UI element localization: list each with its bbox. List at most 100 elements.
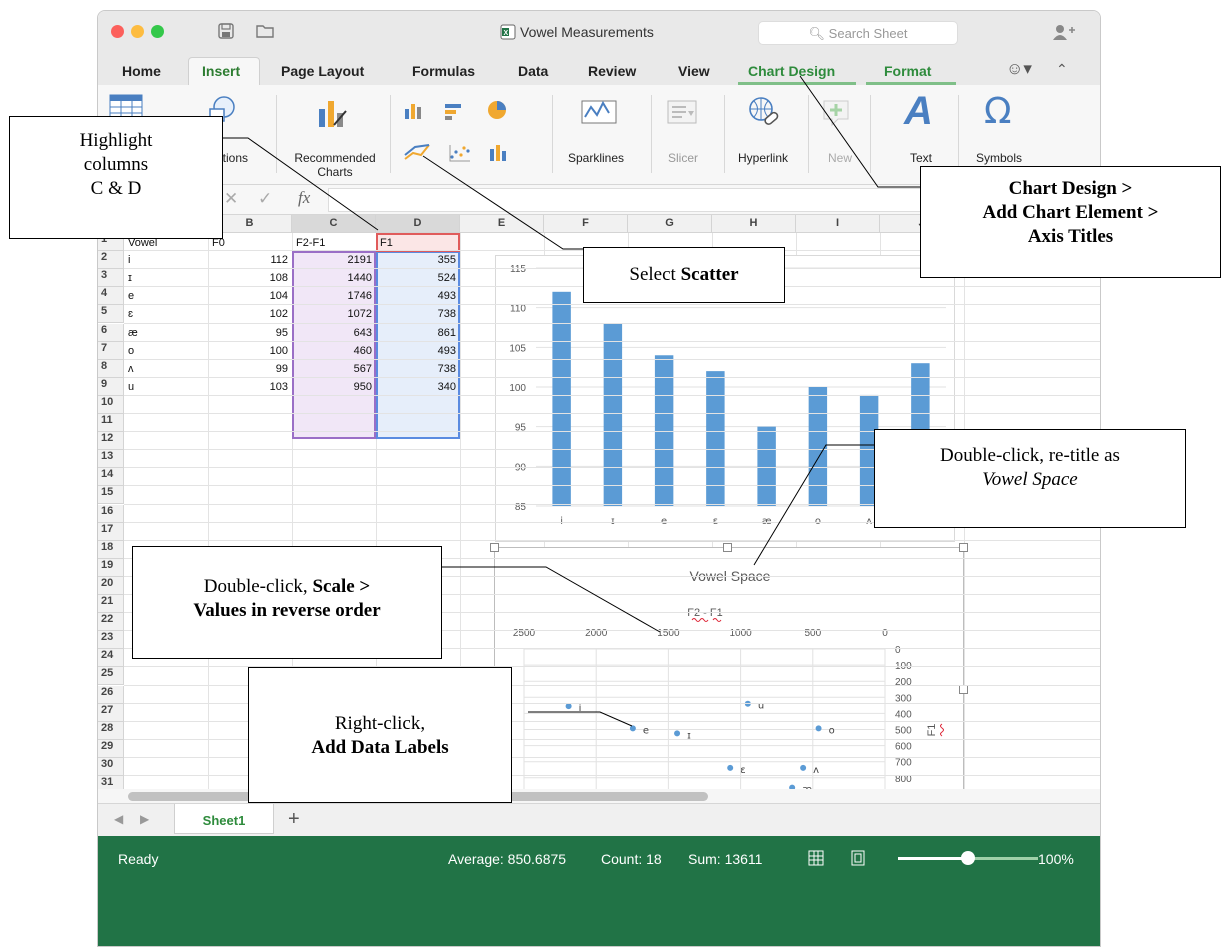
row-header[interactable]: 4	[98, 287, 124, 306]
table-cell[interactable]: 643	[292, 325, 372, 341]
symbols-icon[interactable]: Ω	[984, 91, 1012, 132]
row-header[interactable]: 16	[98, 504, 124, 523]
table-cell[interactable]: ɪ	[128, 270, 204, 286]
table-cell[interactable]: 103	[208, 379, 288, 395]
function-icon[interactable]: fx	[298, 188, 310, 208]
table-cell[interactable]: 1072	[292, 306, 372, 322]
row-header[interactable]: 29	[98, 739, 124, 758]
table-cell[interactable]: 493	[376, 343, 456, 359]
header-cell-f1[interactable]: F1	[380, 235, 393, 251]
row-header[interactable]: 17	[98, 522, 124, 541]
cancel-formula-icon[interactable]: ✕	[224, 189, 238, 209]
scatter-chart[interactable]: Vowel SpaceF2 - F1F125002000150010005000…	[494, 547, 964, 789]
table-cell[interactable]: 355	[376, 252, 456, 268]
table-cell[interactable]: 100	[208, 343, 288, 359]
page-layout-view-icon[interactable]	[850, 850, 866, 866]
scatter-line-chart-icon[interactable]	[403, 141, 433, 163]
row-header[interactable]: 9	[98, 377, 124, 396]
row-header[interactable]: 12	[98, 432, 124, 451]
row-header[interactable]: 28	[98, 721, 124, 740]
table-cell[interactable]: 340	[376, 379, 456, 395]
pie-chart-icon[interactable]	[486, 99, 514, 121]
chart-resize-handle[interactable]	[959, 685, 968, 694]
accept-formula-icon[interactable]: ✓	[258, 189, 272, 209]
zoom-window-button[interactable]	[151, 25, 164, 38]
share-user-icon[interactable]	[1053, 24, 1075, 40]
tab-format[interactable]: Format	[884, 63, 931, 79]
search-sheet-input[interactable]: 🔍︎ Search Sheet	[758, 21, 958, 45]
close-window-button[interactable]	[111, 25, 124, 38]
symbols-label[interactable]: Symbols	[976, 151, 1022, 165]
tab-review[interactable]: Review	[588, 63, 636, 79]
tab-data[interactable]: Data	[518, 63, 548, 79]
tab-page-layout[interactable]: Page Layout	[281, 63, 364, 79]
chart-resize-handle[interactable]	[490, 543, 499, 552]
table-cell[interactable]: 567	[292, 361, 372, 377]
table-cell[interactable]: 950	[292, 379, 372, 395]
row-header[interactable]: 18	[98, 540, 124, 559]
table-cell[interactable]: ɛ	[128, 306, 204, 322]
sparklines-label[interactable]: Sparklines	[568, 151, 624, 165]
row-header[interactable]: 5	[98, 305, 124, 324]
row-header[interactable]: 15	[98, 486, 124, 505]
row-header[interactable]: 7	[98, 341, 124, 360]
feedback-smiley-icon[interactable]: ☺︎▾	[1006, 59, 1032, 79]
row-header[interactable]: 26	[98, 685, 124, 704]
table-cell[interactable]: 1440	[292, 270, 372, 286]
tab-view[interactable]: View	[678, 63, 710, 79]
table-cell[interactable]: i	[128, 252, 204, 268]
row-header[interactable]: 22	[98, 613, 124, 632]
next-sheet-icon[interactable]: ▶	[140, 812, 149, 826]
column-header-i[interactable]: I	[796, 215, 880, 233]
hyperlink-label[interactable]: Hyperlink	[738, 151, 788, 165]
collapse-ribbon-icon[interactable]: ⌃	[1056, 61, 1068, 78]
row-header[interactable]: 14	[98, 468, 124, 487]
table-cell[interactable]: 861	[376, 325, 456, 341]
text-label[interactable]: Text	[910, 151, 932, 165]
table-cell[interactable]: 95	[208, 325, 288, 341]
column-header-d[interactable]: D	[376, 215, 460, 233]
column-header-f[interactable]: F	[544, 215, 628, 233]
table-cell[interactable]: 104	[208, 288, 288, 304]
chart-resize-handle[interactable]	[959, 543, 968, 552]
sparklines-icon[interactable]	[580, 99, 620, 125]
row-header[interactable]: 13	[98, 450, 124, 469]
scatter-chart-icon[interactable]	[448, 143, 474, 163]
chart-resize-handle[interactable]	[723, 543, 732, 552]
row-header[interactable]: 21	[98, 595, 124, 614]
row-header[interactable]: 20	[98, 576, 124, 595]
save-icon[interactable]	[218, 23, 234, 39]
table-cell[interactable]: 738	[376, 306, 456, 322]
table-cell[interactable]: 493	[376, 288, 456, 304]
table-cell[interactable]: 99	[208, 361, 288, 377]
minimize-window-button[interactable]	[131, 25, 144, 38]
tab-insert[interactable]: Insert	[202, 63, 240, 79]
row-header[interactable]: 3	[98, 269, 124, 288]
normal-view-icon[interactable]	[808, 850, 824, 866]
add-sheet-button[interactable]: +	[288, 808, 300, 831]
row-header[interactable]: 25	[98, 667, 124, 686]
table-cell[interactable]: 524	[376, 270, 456, 286]
row-header[interactable]: 10	[98, 395, 124, 414]
tab-chart-design[interactable]: Chart Design	[748, 63, 835, 79]
table-cell[interactable]: ʌ	[128, 361, 204, 377]
bar-chart-icon[interactable]	[443, 101, 469, 121]
column-header-g[interactable]: G	[628, 215, 712, 233]
row-header[interactable]: 31	[98, 776, 124, 789]
column-header-e[interactable]: E	[460, 215, 544, 233]
row-header[interactable]: 11	[98, 414, 124, 433]
table-cell[interactable]: o	[128, 343, 204, 359]
header-cell-f2-f1[interactable]: F2-F1	[296, 235, 325, 251]
row-header[interactable]: 2	[98, 251, 124, 270]
table-cell[interactable]: u	[128, 379, 204, 395]
tab-home[interactable]: Home	[122, 63, 161, 79]
text-icon[interactable]: A	[904, 89, 933, 134]
zoom-slider-thumb[interactable]	[961, 851, 975, 865]
row-header[interactable]: 27	[98, 703, 124, 722]
table-cell[interactable]: 112	[208, 252, 288, 268]
prev-sheet-icon[interactable]: ◀	[114, 812, 123, 826]
row-header[interactable]: 6	[98, 323, 124, 342]
table-cell[interactable]: 460	[292, 343, 372, 359]
row-header[interactable]: 30	[98, 757, 124, 776]
column-header-h[interactable]: H	[712, 215, 796, 233]
